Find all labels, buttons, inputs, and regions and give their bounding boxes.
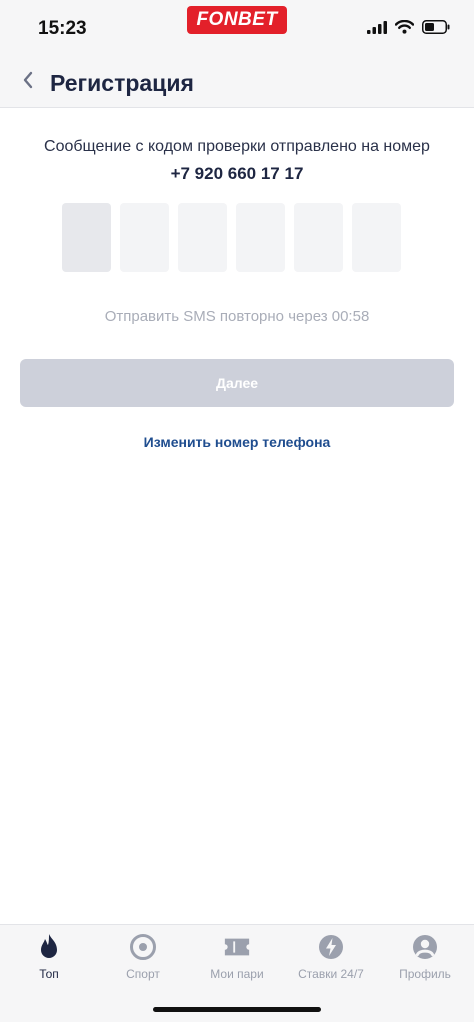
profile-icon: [411, 933, 439, 961]
code-digit-input[interactable]: [352, 203, 401, 272]
code-digit-input[interactable]: [120, 203, 169, 272]
home-indicator: [153, 1007, 321, 1012]
tab-label: Мои пари: [210, 967, 264, 981]
tab-label: Ставки 24/7: [298, 967, 364, 981]
status-time: 15:23: [38, 18, 87, 39]
tab-label: Топ: [39, 967, 59, 981]
verification-message: Сообщение с кодом проверки отправлено на…: [44, 138, 430, 155]
code-digit-input[interactable]: [294, 203, 343, 272]
tab-profile[interactable]: Профиль: [378, 933, 472, 981]
code-digit-input[interactable]: [178, 203, 227, 272]
sport-icon: [129, 933, 157, 961]
ticket-icon: [223, 933, 251, 961]
resend-countdown: Отправить SMS повторно через 00:58: [104, 308, 370, 325]
back-button[interactable]: [14, 68, 42, 96]
lightning-icon: [317, 933, 345, 961]
code-digit-input[interactable]: [62, 203, 111, 272]
chevron-left-icon: [22, 71, 34, 94]
tab-bar: Топ Спорт Мои пари Ставки 24/7 Профиль: [0, 924, 474, 1022]
tab-bets-247[interactable]: Ставки 24/7: [284, 933, 378, 981]
tab-label: Спорт: [126, 967, 160, 981]
code-digit-input[interactable]: [236, 203, 285, 272]
tab-label: Профиль: [399, 967, 451, 981]
phone-number: +7 920 660 17 17: [170, 164, 304, 183]
signal-icon: [367, 20, 387, 39]
tab-top[interactable]: Топ: [2, 933, 96, 981]
wifi-icon: [394, 19, 415, 39]
brand-logo: FONBET: [187, 6, 287, 34]
page-title: Регистрация: [50, 70, 194, 96]
battery-icon: [422, 20, 450, 39]
code-input-group: [62, 203, 401, 272]
status-icons: [367, 19, 450, 39]
flame-icon: [35, 933, 63, 961]
top-area: 15:23 FONBET Регистрация: [0, 0, 474, 108]
next-button[interactable]: Далее: [20, 359, 454, 407]
change-phone-link[interactable]: Изменить номер телефона: [0, 434, 474, 450]
header: Регистрация: [0, 60, 474, 108]
tab-my-bets[interactable]: Мои пари: [190, 933, 284, 981]
tab-sport[interactable]: Спорт: [96, 933, 190, 981]
